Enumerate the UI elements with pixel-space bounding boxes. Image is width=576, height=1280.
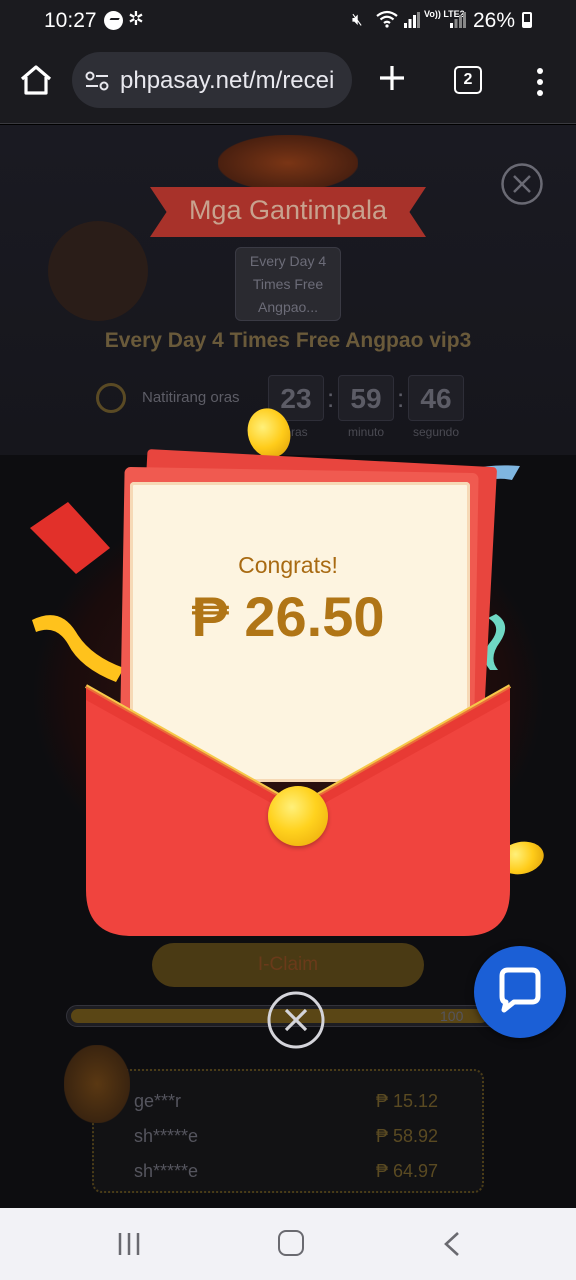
status-time: 10:27 xyxy=(44,9,97,32)
chat-bubble-icon xyxy=(499,967,541,1013)
popup-close-icon[interactable] xyxy=(266,990,326,1050)
messenger-icon xyxy=(104,11,123,30)
banner-title: Mga Gantimpala xyxy=(188,195,388,225)
close-icon[interactable] xyxy=(500,162,544,206)
avatar xyxy=(48,221,148,321)
system-nav-bar xyxy=(0,1208,576,1280)
timer-separator: : xyxy=(327,383,335,413)
winner-amount: ₱ 58.92 xyxy=(376,1126,439,1146)
settings-gear-icon: ✲ xyxy=(128,9,144,30)
battery-percent: 26% xyxy=(473,9,516,32)
trophy-icon xyxy=(64,1045,130,1123)
winner-name: sh*****e xyxy=(134,1126,199,1146)
congrats-text: Congrats! xyxy=(238,552,338,578)
mute-icon: 🔇︎ xyxy=(352,10,363,29)
timer-label: Natitirang oras xyxy=(142,389,240,406)
site-settings-icon[interactable] xyxy=(84,70,110,92)
signal-icon xyxy=(404,12,420,28)
new-tab-icon[interactable] xyxy=(376,62,408,94)
crown-icon xyxy=(218,135,358,191)
vip-title: Every Day 4 Times Free Angpao vip3 xyxy=(104,329,472,352)
claim-button[interactable]: I-Claim xyxy=(152,943,424,987)
timer-minutes: 59 xyxy=(338,375,394,421)
back-icon[interactable] xyxy=(440,1230,464,1258)
tab-switcher-button[interactable]: 2 xyxy=(454,66,482,94)
winner-name: sh*****e xyxy=(134,1161,199,1181)
winner-amount: ₱ 15.12 xyxy=(376,1091,439,1111)
timer-seconds-unit: segundo xyxy=(412,425,460,439)
envelope-seal xyxy=(268,786,328,846)
timer-minutes-unit: minuto xyxy=(347,425,385,439)
winner-amount: ₱ 64.97 xyxy=(376,1161,439,1181)
status-bar: 10:27 ✲ 🔇︎ Vo)) LTE2 26% xyxy=(0,0,576,40)
browser-toolbar: phpasay.net/m/recei 2 xyxy=(0,40,576,124)
winner-name: ge***r xyxy=(134,1091,182,1111)
timer-icon xyxy=(96,383,126,413)
timer-separator: : xyxy=(397,383,405,413)
url-text[interactable]: phpasay.net/m/recei xyxy=(120,67,344,95)
chat-button[interactable] xyxy=(474,946,566,1038)
progress-label: 100 xyxy=(440,1008,464,1024)
battery-icon xyxy=(522,12,532,28)
address-bar[interactable]: phpasay.net/m/recei xyxy=(72,52,352,108)
confetti-red xyxy=(30,502,110,574)
home-icon[interactable] xyxy=(16,60,56,100)
home-nav-icon[interactable] xyxy=(278,1230,304,1256)
recent-apps-icon[interactable] xyxy=(116,1230,142,1258)
wifi-icon xyxy=(376,10,398,28)
more-menu-icon[interactable] xyxy=(528,66,552,98)
signal-2-icon xyxy=(450,12,466,28)
timer-seconds: 46 xyxy=(408,375,464,421)
reward-box-text: Every Day 4 Times Free Angpao... xyxy=(249,253,327,315)
